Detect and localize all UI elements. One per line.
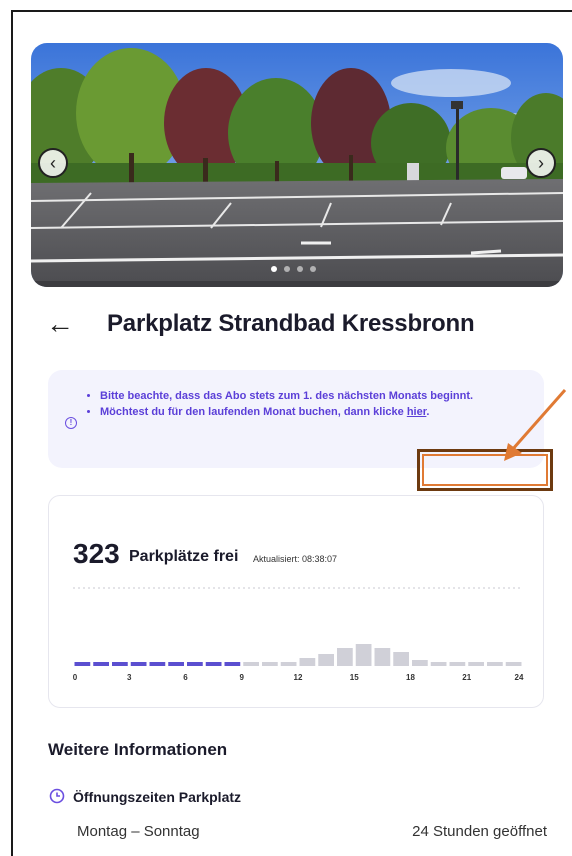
chart-x-tick: 6 xyxy=(183,673,188,682)
clock-icon xyxy=(49,788,65,804)
occupancy-card: 323 Parkplätze frei Aktualisiert: 08:38:… xyxy=(48,495,544,708)
chart-bar-hour-22 xyxy=(487,662,503,666)
chart-bar-hour-4 xyxy=(149,662,166,666)
hero-image-carousel[interactable] xyxy=(31,43,563,287)
chart-bar-hour-10 xyxy=(262,662,278,666)
carousel-dot[interactable] xyxy=(284,266,290,272)
chart-x-tick: 12 xyxy=(294,673,303,682)
chart-bar-hour-7 xyxy=(205,662,222,666)
carousel-dot[interactable] xyxy=(271,266,277,272)
info-circle-icon: ! xyxy=(65,417,77,429)
chart-bar-hour-12 xyxy=(299,658,316,666)
carousel-indicator xyxy=(271,266,316,272)
chart-x-tick: 15 xyxy=(350,673,359,682)
info-heading: Weitere Informationen xyxy=(48,740,228,759)
occupancy-chart: 0 3 6 9 12 15 18 21 24 xyxy=(73,587,524,682)
book-current-month-link[interactable]: hier xyxy=(407,406,427,418)
chart-x-tick: 18 xyxy=(406,673,415,682)
chart-x-tick: 24 xyxy=(515,673,524,682)
chart-bar-hour-19 xyxy=(430,662,447,666)
back-button[interactable]: ← xyxy=(46,309,74,339)
notice-text: Möchtest du für den laufenden Monat buch… xyxy=(100,406,407,418)
chart-bar-hour-9 xyxy=(243,662,259,666)
chart-bar-hour-6 xyxy=(187,662,203,666)
chart-x-tick: 3 xyxy=(127,673,132,682)
chart-bar-hour-0 xyxy=(74,662,91,666)
opening-hours-value: 24 Stunden geöffnet xyxy=(412,823,547,840)
chart-bar-hour-21 xyxy=(468,662,484,666)
arrow-left-icon: ← xyxy=(46,308,74,339)
chart-bar-hour-1 xyxy=(93,662,109,666)
day-range: Montag – Sonntag xyxy=(77,823,200,840)
notice-list: Bitte beachte, dass das Abo stets zum 1.… xyxy=(88,388,540,420)
chart-bar-hour-18 xyxy=(412,660,428,666)
chevron-right-icon: › xyxy=(538,153,544,173)
chart-bar-hour-5 xyxy=(168,662,184,666)
annotation-arrow xyxy=(504,389,567,461)
notice-text: Bitte beachte, dass das Abo stets zum 1.… xyxy=(100,390,474,402)
chart-bar-hour-17 xyxy=(393,652,409,666)
opening-hours-heading: Öffnungszeiten Parkplatz xyxy=(73,789,242,805)
chart-bar-hour-11 xyxy=(280,662,297,666)
notice-item: Bitte beachte, dass das Abo stets zum 1.… xyxy=(100,388,540,404)
chart-bar-hour-8 xyxy=(224,662,241,666)
page-title: Parkplatz Strandbad Kressbronn xyxy=(107,310,475,337)
carousel-next-button[interactable]: › xyxy=(526,148,556,178)
notice-text-suffix: . xyxy=(426,406,430,418)
chart-x-tick: 9 xyxy=(240,673,245,682)
chevron-left-icon: ‹ xyxy=(50,153,56,173)
chart-bar-hour-13 xyxy=(318,654,334,666)
chart-bar-hour-23 xyxy=(505,662,522,666)
carousel-dot[interactable] xyxy=(297,266,303,272)
chart-x-tick: 0 xyxy=(73,673,78,682)
parking-lot-photo xyxy=(31,43,563,287)
chart-x-tick: 21 xyxy=(462,673,471,682)
chart-bar-hour-2 xyxy=(112,662,128,666)
chart-bar-hour-16 xyxy=(374,648,391,666)
chart-bar-hour-3 xyxy=(130,662,147,666)
chart-bar-hour-20 xyxy=(449,662,466,666)
carousel-dot[interactable] xyxy=(310,266,316,272)
chart-bar-hour-14 xyxy=(337,648,353,666)
chart-bar-hour-15 xyxy=(355,644,372,666)
notice-item: Möchtest du für den laufenden Monat buch… xyxy=(100,404,540,420)
carousel-prev-button[interactable]: ‹ xyxy=(38,148,68,178)
